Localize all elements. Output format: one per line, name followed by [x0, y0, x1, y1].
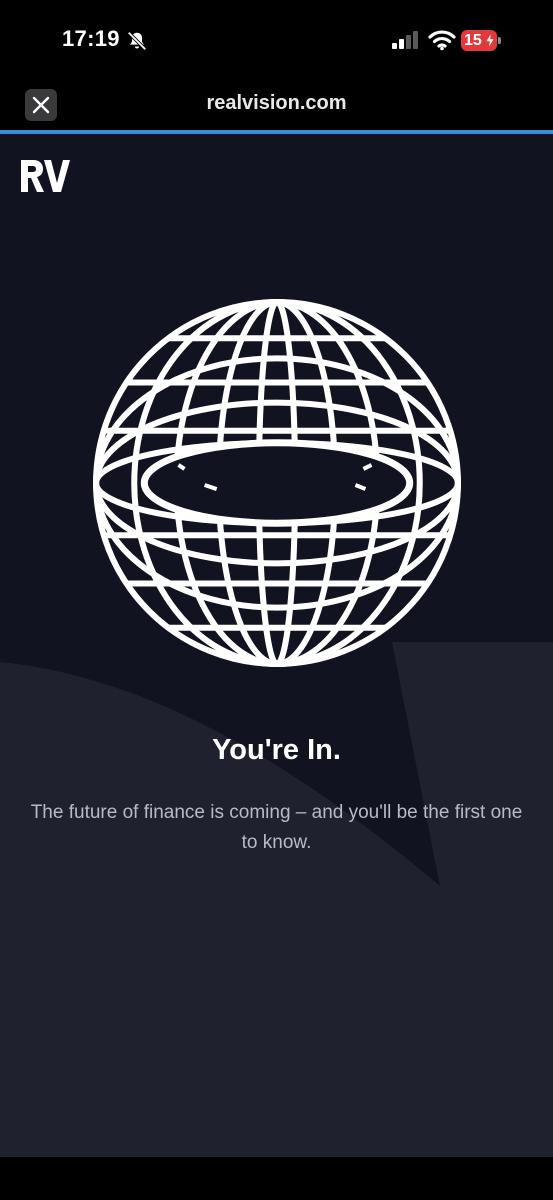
close-icon [32, 96, 50, 114]
rv-logo[interactable] [20, 158, 72, 194]
battery-charging-icon: 15 [461, 30, 503, 51]
wifi-icon [428, 30, 456, 51]
close-button[interactable] [25, 89, 57, 121]
web-page: You're In. The future of finance is comi… [0, 134, 553, 1157]
page-subtitle: The future of finance is coming – and yo… [30, 802, 523, 853]
battery-level: 15 [464, 32, 482, 49]
bottom-toolbar [0, 1157, 553, 1200]
status-bar: 17:19 15 [0, 0, 553, 84]
browser-toolbar: realvision.com [0, 84, 553, 130]
signal-icon [392, 31, 418, 49]
bolt-icon [485, 33, 495, 48]
bell-off-icon [127, 31, 147, 51]
status-time: 17:19 [62, 26, 120, 51]
rv-logo-mark [21, 160, 70, 192]
page-title: You're In. [212, 734, 341, 766]
battery-tip [498, 37, 501, 44]
globe-wireframe [93, 299, 461, 667]
url-label: realvision.com [206, 92, 347, 114]
